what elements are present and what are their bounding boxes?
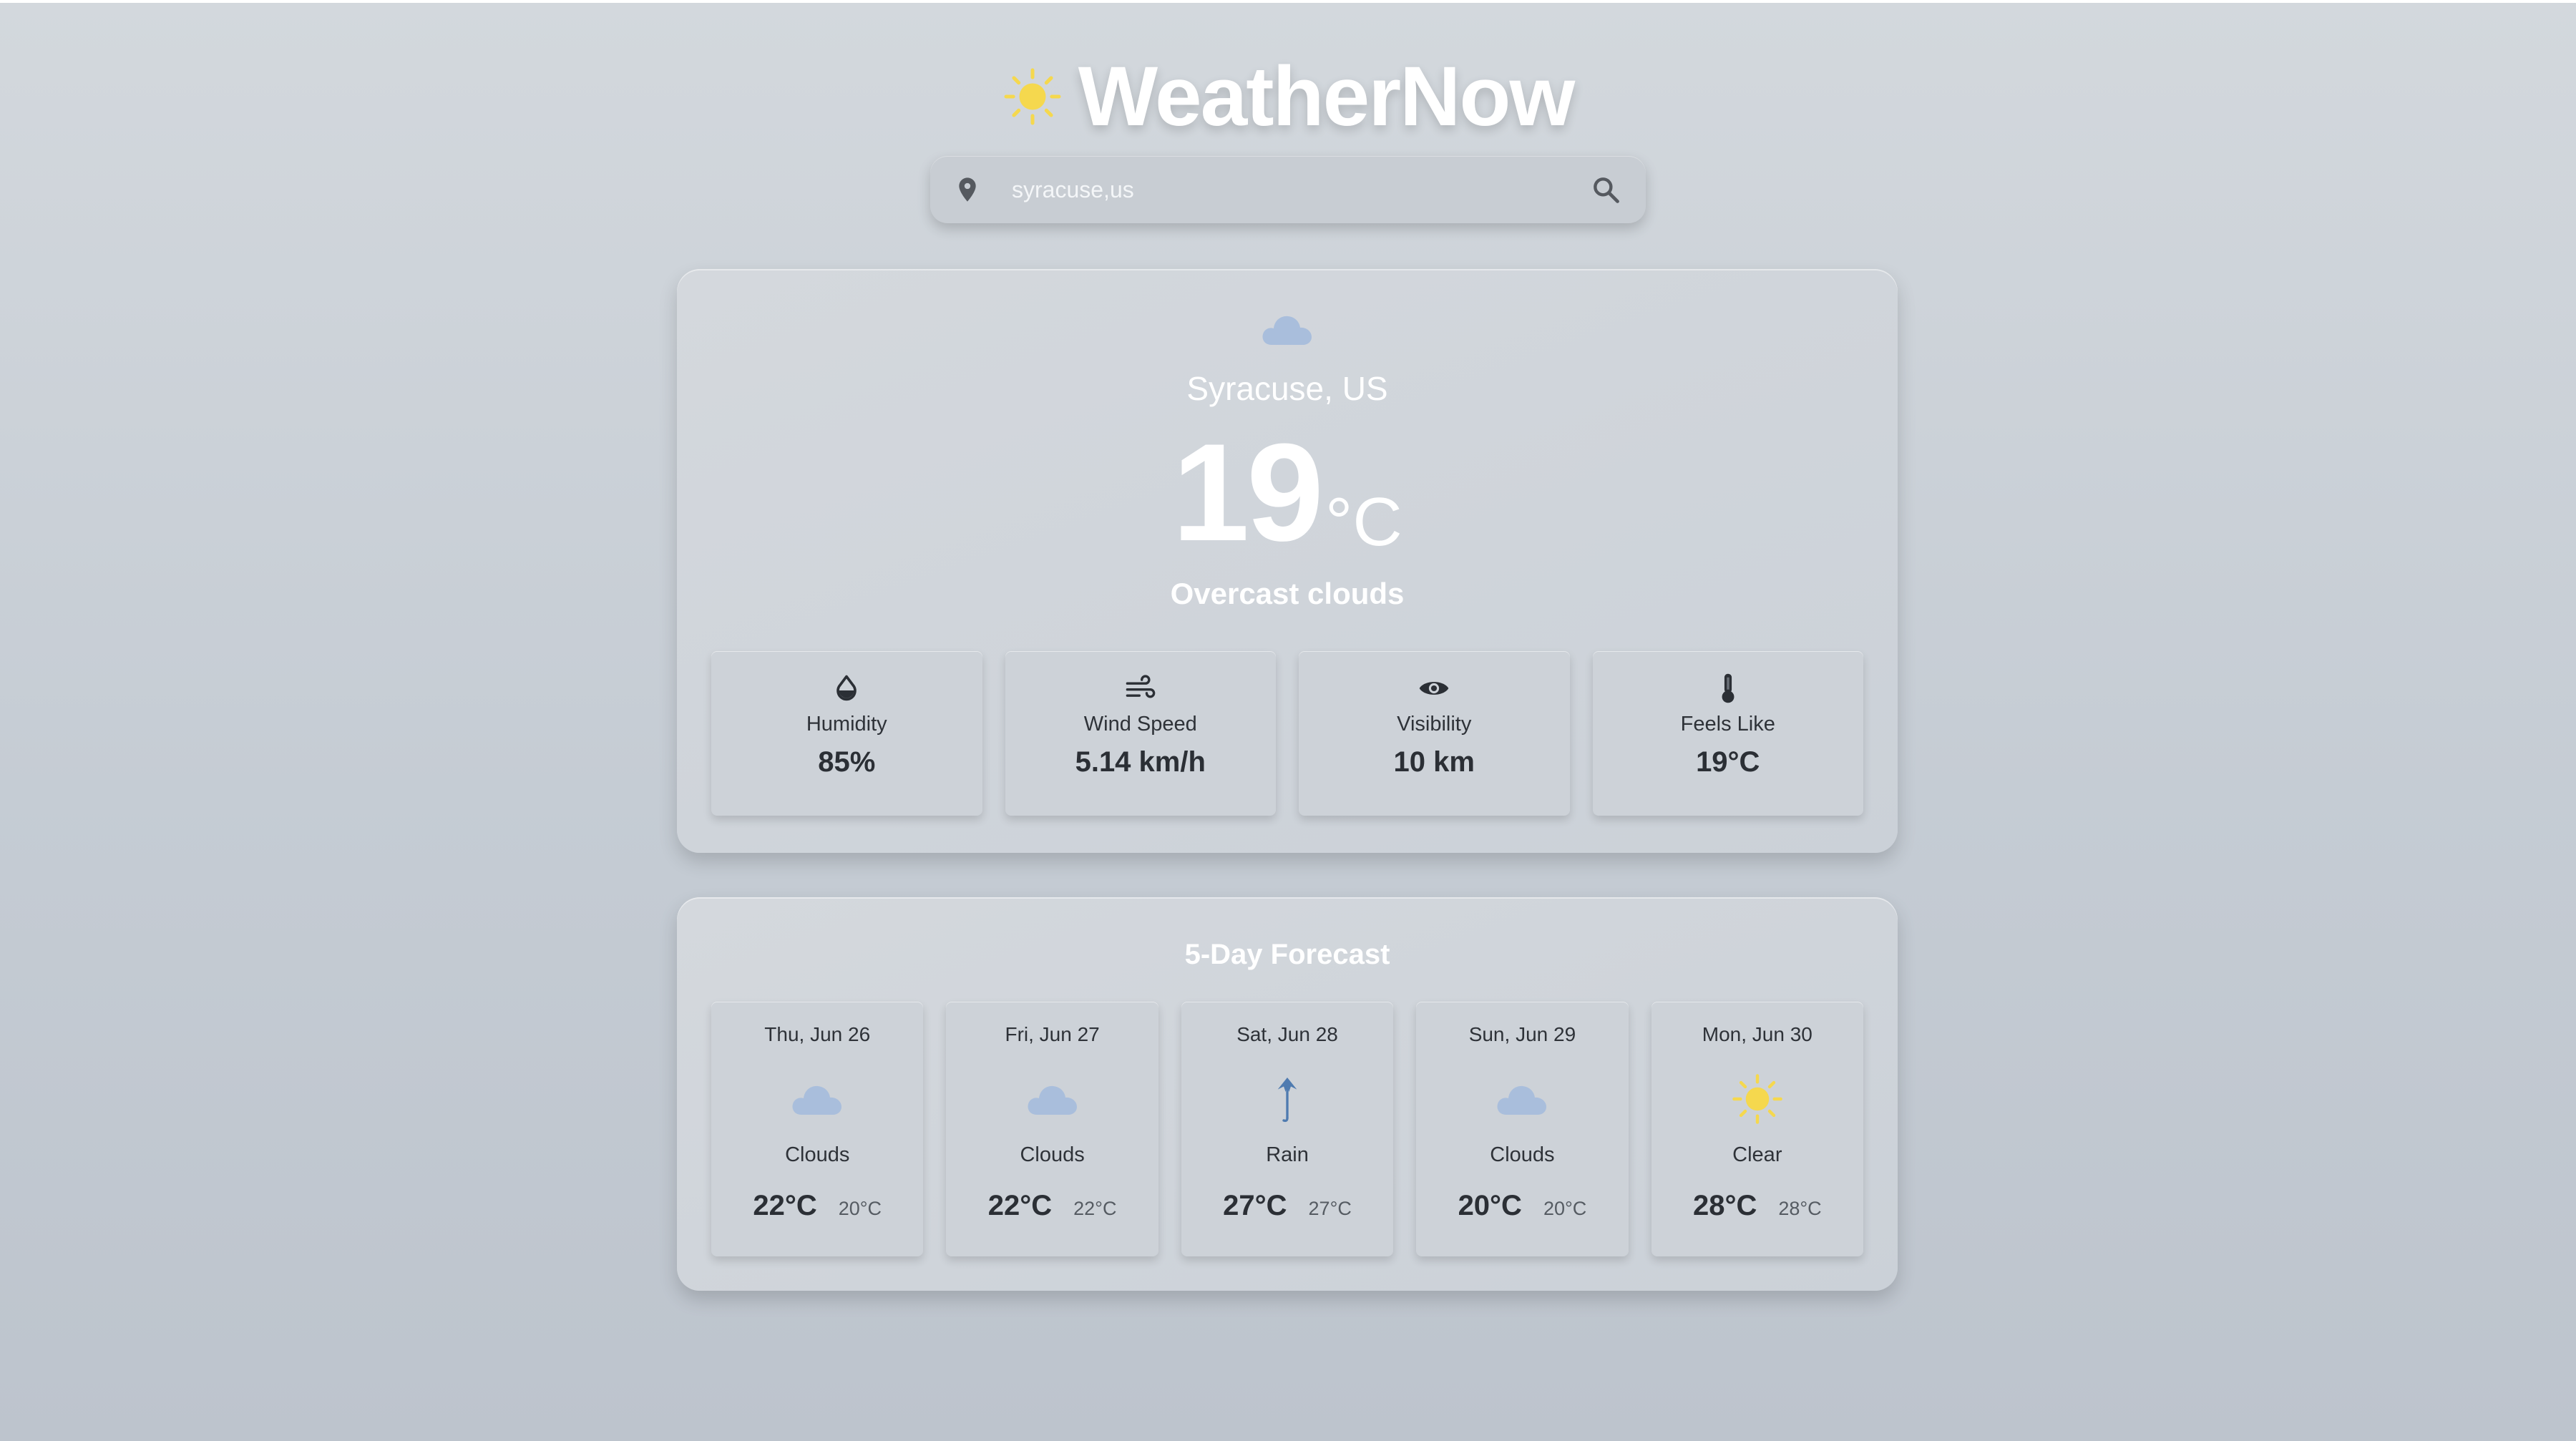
- forecast-days: Thu, Jun 26 Clouds 22°C 20°C Fri, Jun 27…: [711, 1002, 1864, 1256]
- weather-condition: Overcast clouds: [1170, 577, 1405, 610]
- search-icon: [1594, 177, 1619, 203]
- umbrella-icon: [1277, 1078, 1297, 1123]
- forecast-condition: Clear: [1732, 1143, 1782, 1166]
- forecast-date: Thu, Jun 26: [764, 1023, 871, 1045]
- stat-label: Feels Like: [1680, 713, 1775, 736]
- temperature-display: 19 °C: [677, 419, 1898, 562]
- forecast-condition: Rain: [1266, 1143, 1309, 1166]
- stat-value: 85%: [818, 746, 876, 778]
- current-weather-card: Syracuse, US 19 °C Overcast clouds Humid…: [677, 269, 1898, 853]
- forecast-date: Mon, Jun 30: [1702, 1023, 1813, 1045]
- stat-wind-speed: Wind Speed 5.14 km/h: [1005, 651, 1276, 816]
- top-border: [0, 0, 2576, 3]
- forecast-title: 5-Day Forecast: [1184, 939, 1390, 970]
- forecast-condition: Clouds: [785, 1143, 850, 1166]
- forecast-low: 27°C: [1308, 1198, 1352, 1219]
- stat-label: Visibility: [1397, 713, 1472, 736]
- search-bar: [930, 156, 1646, 223]
- cloud-icon: [1497, 1085, 1547, 1115]
- stat-value: 19°C: [1696, 746, 1760, 778]
- cloud-icon: [1028, 1085, 1077, 1115]
- cloud-icon: [792, 1085, 842, 1115]
- forecast-low: 20°C: [838, 1198, 882, 1219]
- app-title: WeatherNow: [1078, 49, 1575, 144]
- cloud-icon: [1262, 316, 1312, 345]
- forecast-day: Sat, Jun 28 Rain 27°C 27°C: [1181, 1002, 1394, 1256]
- forecast-date: Fri, Jun 27: [1005, 1023, 1100, 1045]
- forecast-high: 20°C: [1458, 1190, 1522, 1221]
- forecast-low: 22°C: [1073, 1198, 1117, 1219]
- thermometer-icon: [1722, 673, 1735, 703]
- humidity-drop-icon: [836, 675, 857, 701]
- sun-icon: [1004, 68, 1061, 125]
- forecast-day: Fri, Jun 27 Clouds 22°C 22°C: [946, 1002, 1158, 1256]
- forecast-date: Sun, Jun 29: [1468, 1023, 1576, 1045]
- search-input[interactable]: [1010, 175, 1586, 204]
- forecast-low: 20°C: [1543, 1198, 1587, 1219]
- app-header: WeatherNow: [0, 43, 2576, 150]
- forecast-card: 5-Day Forecast Thu, Jun 26 Clouds 22°C 2…: [677, 897, 1898, 1291]
- forecast-high: 27°C: [1223, 1190, 1287, 1221]
- stat-label: Wind Speed: [1083, 713, 1197, 736]
- search-button[interactable]: [1586, 170, 1626, 210]
- location-pin-icon: [959, 177, 976, 202]
- temperature-value: 19: [1172, 415, 1324, 570]
- wind-icon: [1126, 675, 1156, 698]
- weather-stats: Humidity 85% Wind Speed 5.14 km/h Visibi…: [711, 651, 1863, 816]
- forecast-high: 22°C: [987, 1190, 1053, 1221]
- stat-label: Humidity: [806, 713, 887, 736]
- forecast-day: Mon, Jun 30 Clear 28°C 28°C: [1651, 1002, 1864, 1256]
- forecast-day: Sun, Jun 29 Clouds 20°C 20°C: [1416, 1002, 1629, 1256]
- forecast-date: Sat, Jun 28: [1236, 1023, 1338, 1045]
- stat-value: 5.14 km/h: [1075, 746, 1206, 778]
- forecast-condition: Clouds: [1020, 1143, 1085, 1166]
- city-name: Syracuse, US: [1186, 370, 1388, 407]
- temperature-unit: °C: [1325, 484, 1402, 560]
- forecast-high: 28°C: [1692, 1190, 1757, 1221]
- stat-value: 10 km: [1393, 746, 1475, 778]
- stat-feels-like: Feels Like 19°C: [1592, 651, 1863, 816]
- forecast-day: Thu, Jun 26 Clouds 22°C 20°C: [711, 1002, 924, 1256]
- stat-visibility: Visibility 10 km: [1299, 651, 1570, 816]
- eye-icon: [1419, 682, 1449, 695]
- stat-humidity: Humidity 85%: [711, 651, 982, 816]
- forecast-low: 28°C: [1778, 1198, 1822, 1219]
- forecast-high: 22°C: [753, 1190, 817, 1221]
- forecast-condition: Clouds: [1490, 1143, 1555, 1166]
- sun-icon: [1732, 1074, 1782, 1124]
